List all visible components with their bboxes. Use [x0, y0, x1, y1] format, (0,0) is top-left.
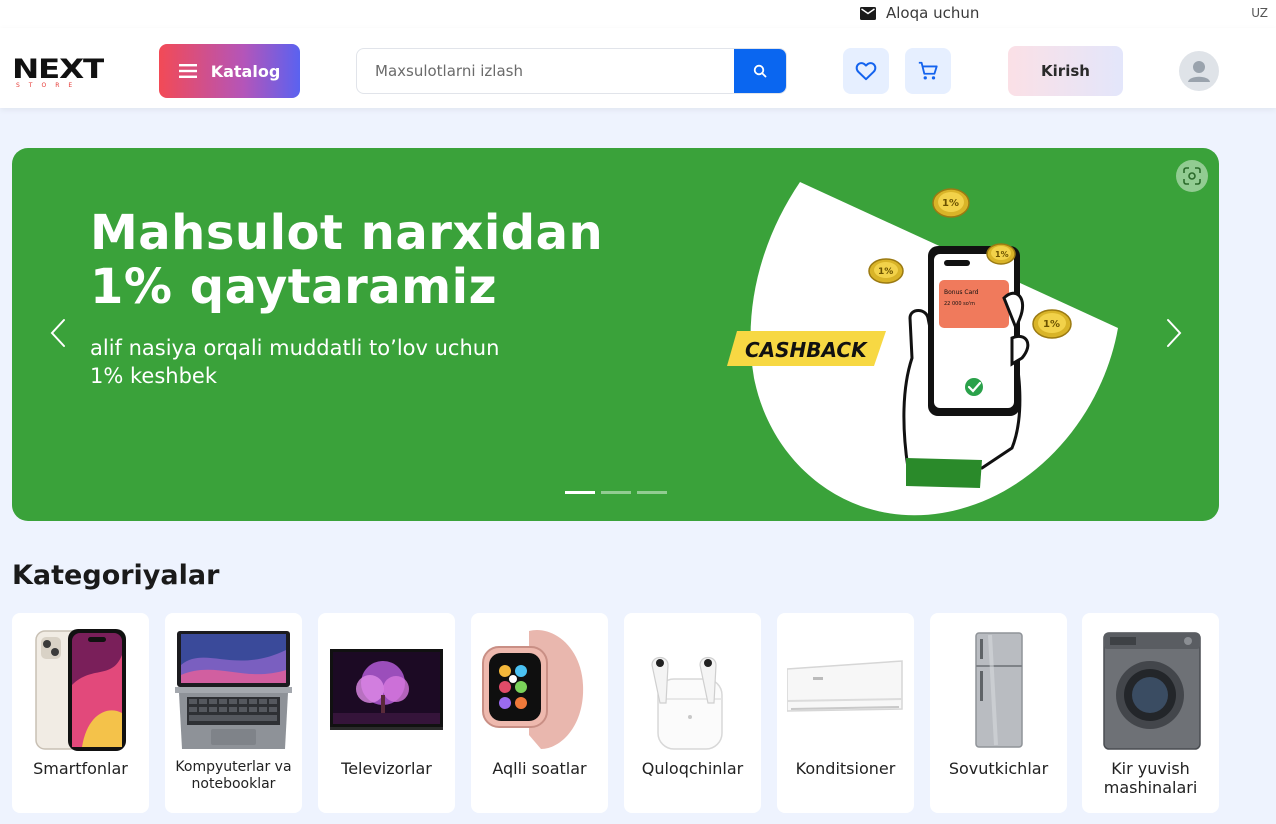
slider-dot[interactable]: [637, 491, 667, 494]
category-label: Kir yuvish mashinalari: [1103, 759, 1198, 797]
search-input[interactable]: [357, 49, 737, 93]
login-button[interactable]: Kirish: [1008, 46, 1123, 96]
slider-dots: [565, 491, 667, 494]
categories-title: Kategoriyalar: [12, 560, 220, 591]
slider-dot[interactable]: [601, 491, 631, 494]
next-store-logo[interactable]: NEXT STORE: [12, 52, 104, 90]
language-switch[interactable]: UZ: [1251, 6, 1268, 20]
coin-text-1: 1%: [942, 198, 959, 209]
chevron-left-icon: [50, 319, 65, 347]
contact-label: Aloqa uchun: [886, 4, 980, 22]
search-icon: [753, 64, 767, 78]
menu-icon: [178, 64, 197, 78]
coin-text-3: 1%: [995, 250, 1009, 259]
smartwatch-image: [482, 629, 584, 749]
favorites-button[interactable]: [843, 48, 889, 94]
header: NEXT STORE Katalog Kirish: [0, 28, 1276, 108]
category-list: Smartfonlar Kompyuterlar va notebooklar: [12, 613, 1222, 813]
category-card-computers[interactable]: Kompyuterlar va notebooklar: [165, 613, 302, 813]
chevron-right-icon: [1167, 319, 1182, 347]
washing-machine-image: [1103, 632, 1201, 750]
category-card-washing-machines[interactable]: Kir yuvish mashinalari: [1082, 613, 1219, 813]
catalog-button[interactable]: Katalog: [159, 44, 300, 98]
coin-text-2: 1%: [878, 267, 893, 277]
category-label: Quloqchinlar: [641, 759, 744, 778]
category-label: Sovutkichlar: [948, 759, 1049, 778]
logo-text: NEXT: [12, 54, 104, 85]
tv-image: [330, 649, 443, 730]
scan-icon: [1183, 167, 1201, 185]
category-label: Aqlli soatlar: [492, 759, 587, 778]
earbuds-image: [651, 656, 723, 750]
category-card-headphones[interactable]: Quloqchinlar: [624, 613, 761, 813]
search-bar: [356, 48, 787, 94]
cart-icon: [918, 61, 938, 80]
air-conditioner-image: [787, 660, 903, 712]
cashback-illustration: CASHBACK Bonus Card 22 000 so'm 1% 1% 1%: [727, 182, 1118, 516]
category-label: Televizorlar: [341, 759, 432, 778]
slider-dot[interactable]: [565, 491, 595, 494]
bonus-card-label: Bonus Card: [944, 289, 979, 296]
category-card-tvs[interactable]: Televizorlar: [318, 613, 455, 813]
category-label: Kompyuterlar va notebooklar: [175, 759, 292, 792]
catalog-label: Katalog: [210, 61, 281, 81]
refrigerator-image: [975, 632, 1023, 748]
category-card-smartwatches[interactable]: Aqlli soatlar: [471, 613, 608, 813]
banner-next-button[interactable]: [1158, 316, 1188, 350]
visual-search-button[interactable]: [1176, 160, 1208, 192]
banner-title: Mahsulot narxidan 1% qaytaramiz: [90, 205, 604, 315]
category-label: Konditsioner: [795, 759, 896, 778]
heart-icon: [855, 62, 877, 81]
laptop-image: [175, 631, 292, 749]
smartphone-image: [35, 629, 126, 751]
mail-icon: [860, 6, 876, 20]
contact-link[interactable]: Aloqa uchun: [860, 4, 979, 22]
promo-banner[interactable]: Mahsulot narxidan 1% qaytaramiz alif nas…: [12, 148, 1219, 521]
search-button[interactable]: [734, 49, 786, 93]
cart-button[interactable]: [905, 48, 951, 94]
user-icon: [1188, 61, 1210, 82]
category-card-smartphones[interactable]: Smartfonlar: [12, 613, 149, 813]
cashback-badge: CASHBACK: [745, 338, 868, 362]
avatar[interactable]: [1179, 51, 1219, 91]
coin-text-4: 1%: [1043, 319, 1060, 330]
top-strip: Aloqa uchun UZ: [0, 0, 1276, 28]
category-label: Smartfonlar: [33, 759, 128, 778]
bonus-card-amount: 22 000 so'm: [944, 301, 975, 307]
banner-prev-button[interactable]: [44, 316, 74, 350]
banner-subtitle: alif nasiya orqali muddatli to’lov uchun…: [90, 336, 500, 388]
logo-sub: STORE: [16, 82, 81, 89]
category-card-refrigerators[interactable]: Sovutkichlar: [930, 613, 1067, 813]
category-card-air-conditioners[interactable]: Konditsioner: [777, 613, 914, 813]
